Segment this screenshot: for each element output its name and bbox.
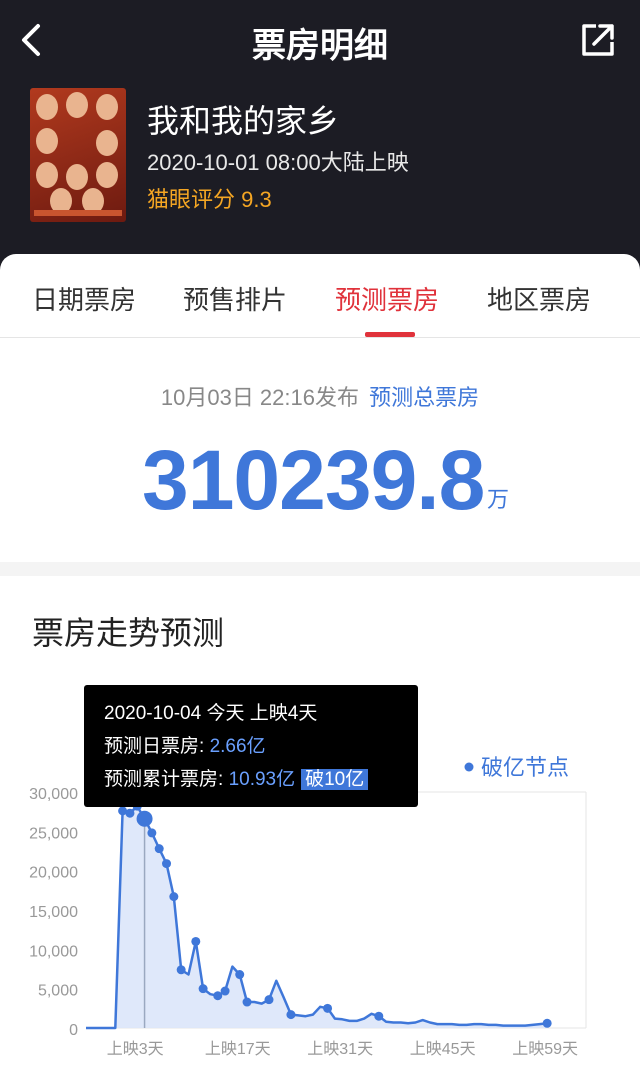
y-tick-label: 10,000 xyxy=(29,943,78,960)
chart-tooltip: 2020-10-04 今天 上映4天 预测日票房: 2.66亿 预测累计票房: … xyxy=(84,685,418,807)
data-point xyxy=(242,997,252,1007)
forecast-total-link[interactable]: 预测总票房 xyxy=(369,385,479,410)
x-tick-label: 上映3天 xyxy=(107,1040,164,1058)
tab-presale-schedule[interactable]: 预售排片 xyxy=(183,280,287,317)
y-tick-label: 30,000 xyxy=(29,786,78,803)
data-point xyxy=(154,844,164,854)
data-point xyxy=(191,936,201,946)
y-tick-label: 0 xyxy=(69,1022,78,1039)
data-point xyxy=(235,970,245,980)
legend-label: 破亿节点 xyxy=(481,755,569,780)
release-info: 2020-10-01 08:00大陆上映 xyxy=(147,150,409,175)
movie-poster[interactable] xyxy=(30,88,126,222)
data-point xyxy=(198,984,208,994)
y-tick-label: 5,000 xyxy=(38,983,78,1000)
y-tick-label: 15,000 xyxy=(29,904,78,921)
active-tab-indicator xyxy=(365,332,415,337)
tooltip-date: 2020-10-04 今天 上映4天 xyxy=(104,703,318,724)
x-tick-label: 上映45天 xyxy=(410,1040,476,1058)
tab-region-box-office[interactable]: 地区票房 xyxy=(487,280,591,317)
publish-info: 10月03日 22:16发布 预测总票房 xyxy=(0,380,640,412)
milestone-point xyxy=(136,810,153,827)
tooltip-cumulative: 预测累计票房: 10.93亿 破10亿 xyxy=(104,763,398,796)
data-point xyxy=(374,1011,384,1021)
tab-bar: 日期票房 预售排片 预测票房 地区票房 xyxy=(0,254,640,338)
publish-time: 10月03日 22:16发布 xyxy=(160,385,359,410)
tab-daily-box-office[interactable]: 日期票房 xyxy=(32,280,136,317)
x-tick-label: 上映17天 xyxy=(205,1040,271,1058)
box-office-trend-chart[interactable]: 0 5,000 10,000 15,000 20,000 25,000 30,000 上映3天… xyxy=(0,576,640,1074)
page-title: 票房明细 xyxy=(252,27,388,65)
data-point xyxy=(220,986,230,996)
header: 票房明细 我和我的家乡 2020-10-01 08:00大陆上映 猫眼评分 9.… xyxy=(0,0,640,280)
legend-marker xyxy=(464,762,474,772)
forecast-summary: 10月03日 22:16发布 预测总票房 310239.8 万 xyxy=(0,338,640,562)
data-point xyxy=(542,1018,552,1028)
data-point xyxy=(125,808,135,818)
forecast-total-value: 310239.8 xyxy=(142,433,485,527)
data-point xyxy=(162,859,172,869)
x-tick-label: 上映31天 xyxy=(307,1040,373,1058)
movie-title: 我和我的家乡 xyxy=(147,103,340,139)
forecast-total-unit: 万 xyxy=(487,487,510,512)
data-point xyxy=(176,965,186,975)
data-point xyxy=(286,1010,296,1020)
share-icon[interactable] xyxy=(578,20,618,60)
y-tick-label: 25,000 xyxy=(29,825,78,842)
data-point xyxy=(264,995,274,1005)
data-point xyxy=(147,828,157,838)
data-point xyxy=(323,1003,333,1013)
data-point xyxy=(169,892,179,902)
tooltip-daily: 预测日票房: 2.66亿 xyxy=(104,736,266,757)
trend-section: 票房走势预测 0 5,000 10,000 15,000 20,000 25,000 30,… xyxy=(0,576,640,1074)
maoyan-score: 猫眼评分 9.3 xyxy=(147,187,272,212)
x-tick-label: 上映59天 xyxy=(512,1040,578,1058)
y-tick-label: 20,000 xyxy=(29,865,78,882)
tab-forecast-box-office[interactable]: 预测票房 xyxy=(335,280,439,317)
milestone-badge: 破10亿 xyxy=(301,769,369,790)
